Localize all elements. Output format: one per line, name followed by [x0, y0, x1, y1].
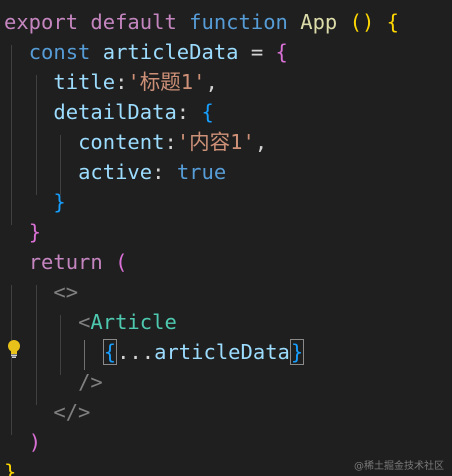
code-editor[interactable]: export default function App () { const a…	[0, 0, 452, 476]
code-token: '内容1'	[176, 130, 255, 154]
code-token: articleData	[154, 340, 290, 364]
code-token: return	[28, 250, 103, 274]
code-token: :	[152, 160, 177, 184]
code-line[interactable]: />	[4, 367, 103, 397]
code-line[interactable]: )	[4, 427, 41, 457]
code-token: )	[28, 430, 42, 454]
code-token: {	[201, 100, 214, 124]
code-token: const	[28, 40, 91, 64]
code-token: {	[275, 40, 288, 64]
code-token: export	[4, 10, 79, 34]
code-token: />	[78, 370, 103, 394]
matched-bracket-token: }	[289, 339, 305, 365]
code-token: :	[164, 130, 177, 154]
code-token: =	[238, 40, 276, 64]
code-line[interactable]: <Article	[4, 307, 177, 337]
code-token: :	[115, 70, 128, 94]
code-line[interactable]: }	[4, 457, 16, 476]
code-token: ,	[205, 70, 218, 94]
code-token: function	[189, 10, 288, 34]
code-token: ,	[254, 130, 268, 154]
code-token: '标题1'	[127, 70, 206, 94]
watermark: @稀土掘金技术社区	[354, 461, 444, 472]
code-token: App	[300, 10, 338, 34]
code-token: ...	[117, 340, 155, 364]
code-line[interactable]: export default function App () {	[4, 7, 399, 37]
code-line[interactable]: content:'内容1',	[4, 127, 267, 157]
code-token: true	[176, 160, 227, 184]
code-line[interactable]: </>	[4, 397, 90, 427]
code-token: default	[90, 10, 177, 34]
code-token: Article	[90, 310, 177, 334]
code-token: ()	[349, 10, 375, 34]
code-line[interactable]: const articleData = {	[4, 37, 288, 67]
code-token: title	[53, 70, 116, 94]
code-token: (	[115, 250, 128, 274]
matched-bracket-token: {	[102, 339, 118, 365]
code-line[interactable]: title:'标题1',	[4, 67, 218, 97]
code-token: {	[386, 10, 399, 34]
lightbulb-icon[interactable]	[6, 339, 22, 359]
code-token: active	[78, 160, 153, 184]
code-token: }	[53, 190, 66, 214]
code-line[interactable]: active: true	[4, 157, 226, 187]
code-line[interactable]: return (	[4, 247, 128, 277]
code-line[interactable]: {...articleData}	[4, 337, 305, 367]
code-line[interactable]: detailData: {	[4, 97, 214, 127]
code-line[interactable]: }	[4, 187, 66, 217]
code-line[interactable]: <>	[4, 277, 78, 307]
code-line[interactable]: }	[4, 217, 41, 247]
code-token: }	[28, 220, 42, 244]
code-token: articleData	[102, 40, 239, 64]
code-token: }	[4, 460, 17, 476]
code-token: <	[78, 310, 91, 334]
code-token: <>	[53, 280, 79, 304]
code-token: detailData	[53, 100, 177, 124]
code-token: content	[78, 130, 165, 154]
code-token: </>	[53, 400, 91, 424]
code-token: :	[176, 100, 202, 124]
